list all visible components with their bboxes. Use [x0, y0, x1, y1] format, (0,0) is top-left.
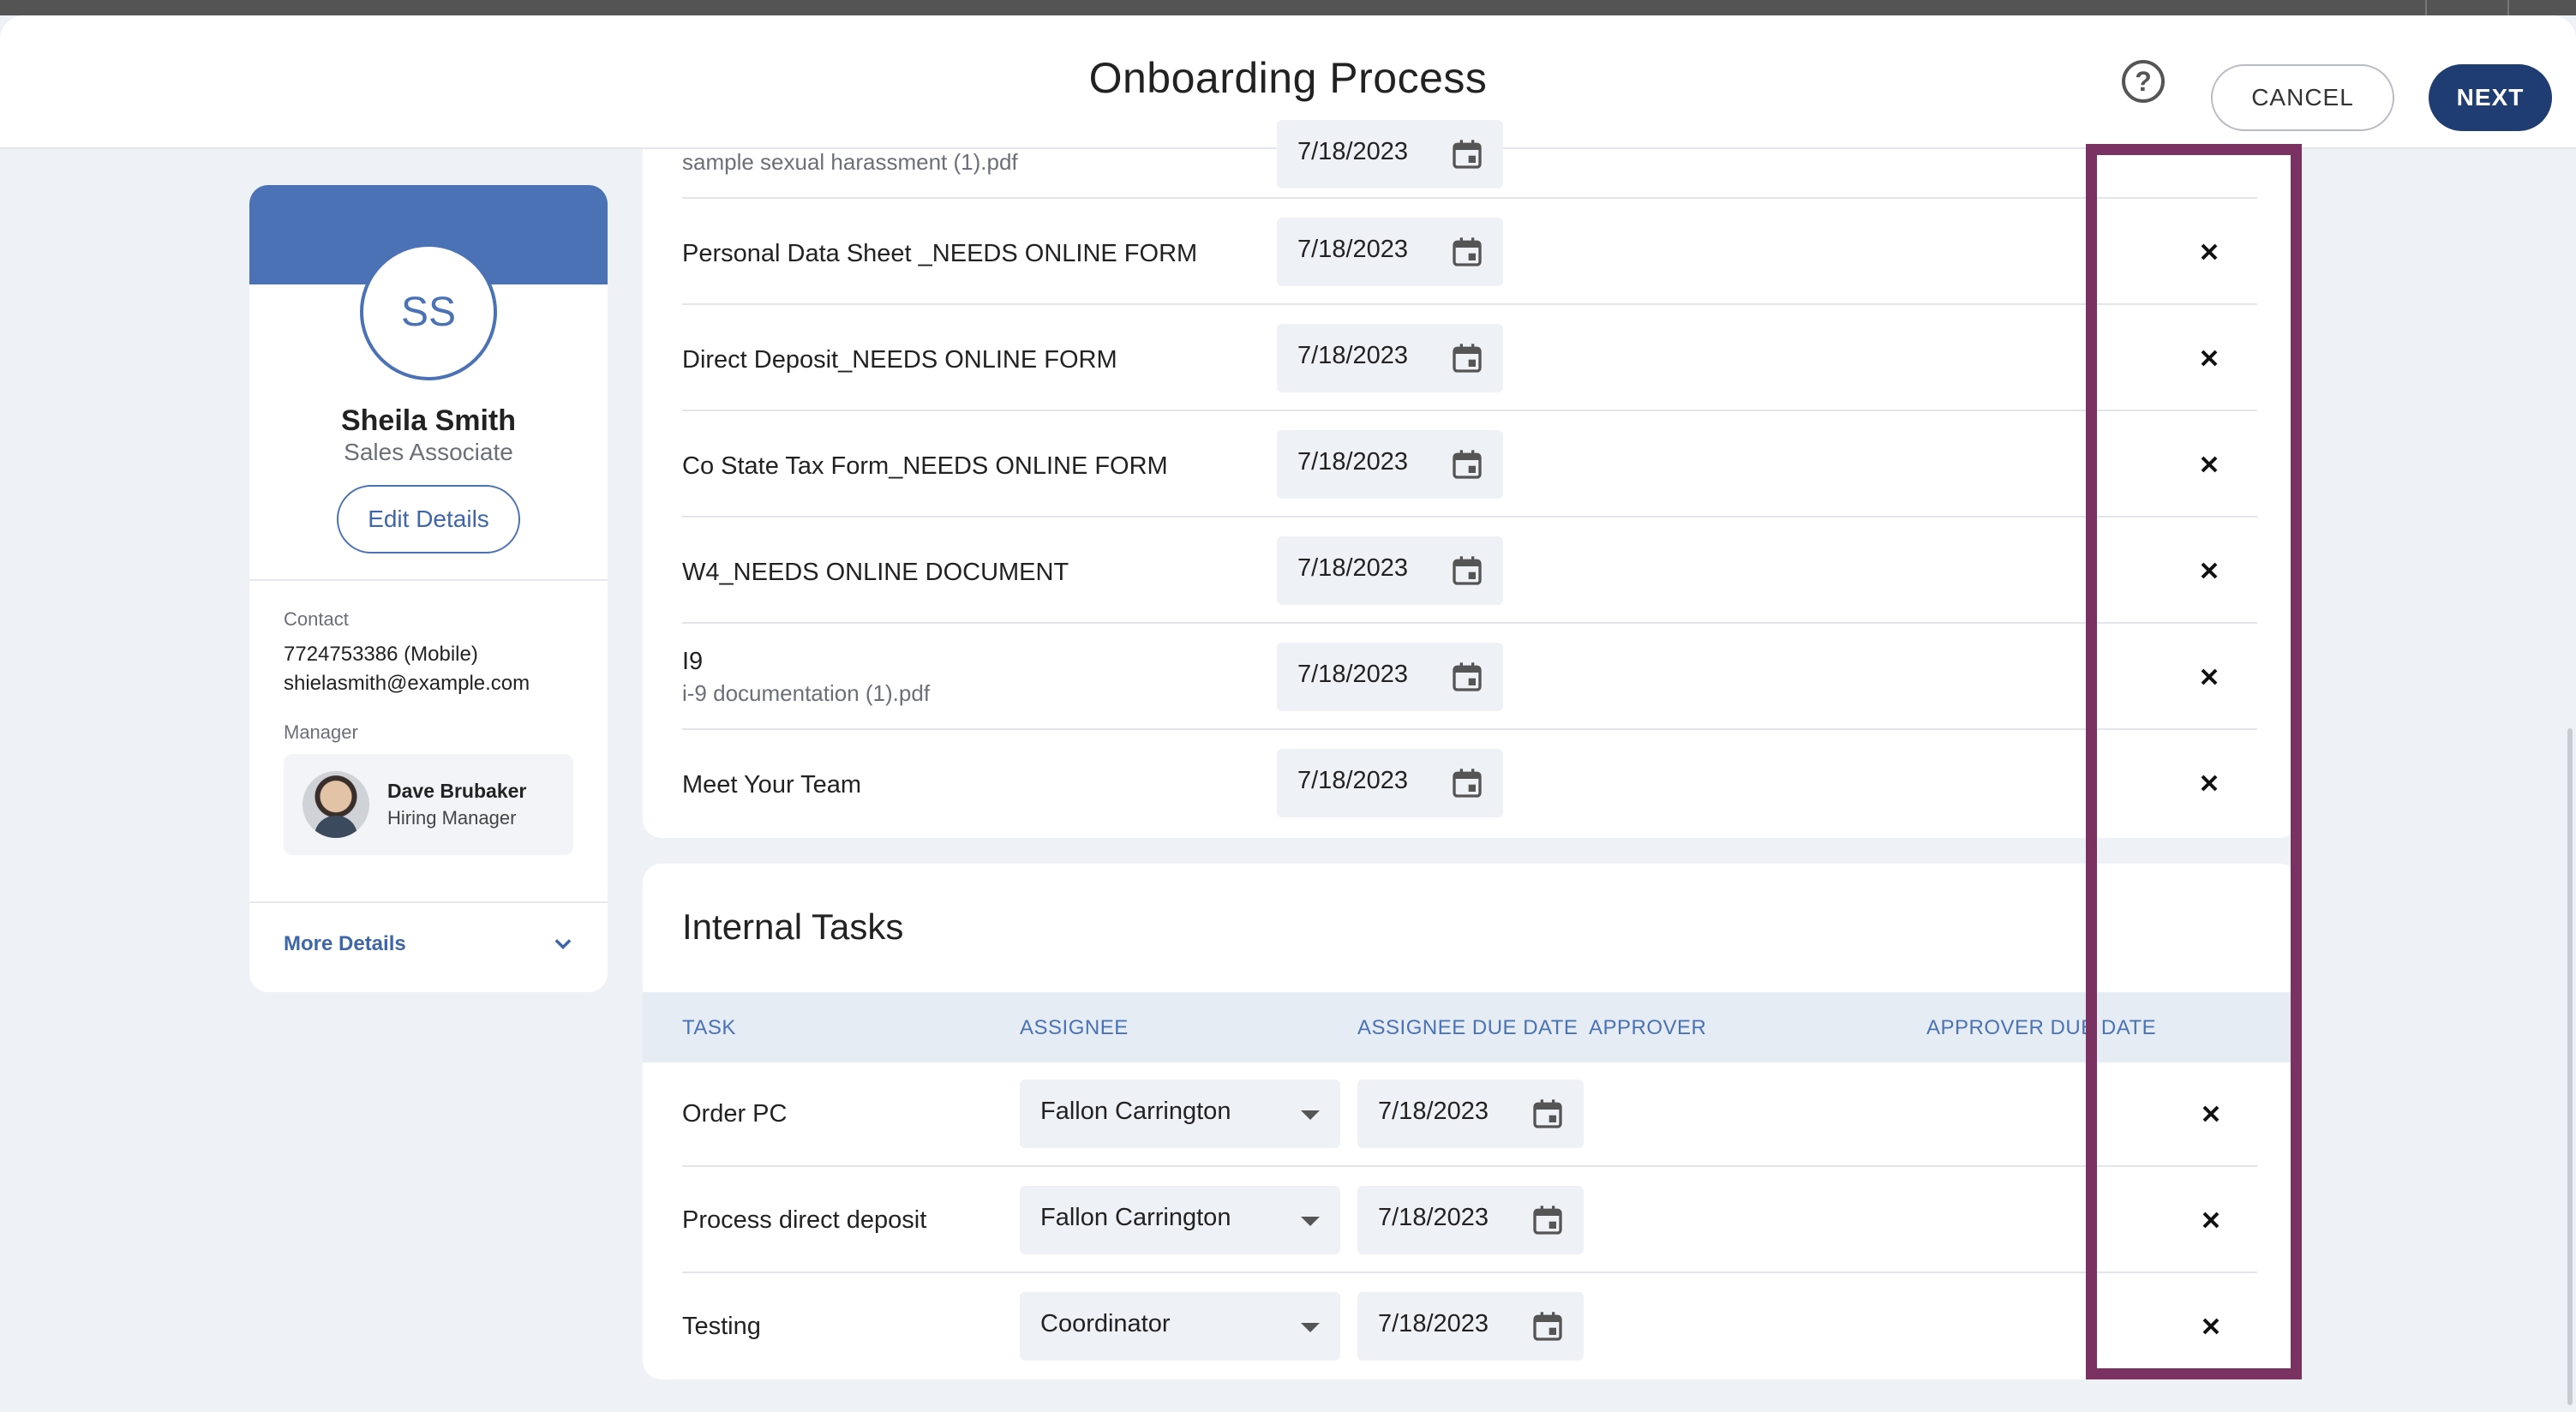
calendar-icon[interactable]	[1450, 766, 1484, 800]
document-title: Personal Data Sheet _NEEDS ONLINE FORM	[682, 240, 1198, 267]
more-details-toggle[interactable]: More Details	[284, 932, 406, 956]
calendar-icon[interactable]	[1450, 137, 1484, 171]
assignee-due-date-field[interactable]: 7/18/2023	[1357, 1292, 1584, 1361]
assignee-due-date-field[interactable]: 7/18/2023	[1357, 1080, 1584, 1148]
due-date-value: 7/18/2023	[1297, 342, 1409, 369]
row-divider	[682, 728, 2257, 730]
contact-label: Contact	[284, 608, 349, 630]
due-date-value: 7/18/2023	[1297, 661, 1409, 688]
due-date-value: 7/18/2023	[1297, 236, 1409, 263]
contact-email[interactable]: shielasmith@example.com	[284, 672, 530, 696]
due-date-field[interactable]: 7/18/2023	[1277, 749, 1503, 817]
assignee-due-date-field[interactable]: 7/18/2023	[1357, 1186, 1584, 1254]
task-name: Order PC	[682, 1100, 788, 1128]
row-divider	[682, 197, 2257, 199]
due-date-value: 7/18/2023	[1378, 1310, 1489, 1337]
documents-panel: 7/18/2023 sample sexual harassment (1).p…	[643, 120, 2298, 838]
due-date-field[interactable]: 7/18/2023	[1277, 218, 1503, 286]
strip-divider	[2507, 0, 2509, 15]
document-title: Co State Tax Form_NEEDS ONLINE FORM	[682, 452, 1168, 480]
document-filename[interactable]: sample sexual harassment (1).pdf	[682, 149, 1018, 176]
divider	[249, 579, 608, 581]
due-date-value: 7/18/2023	[1297, 554, 1409, 582]
due-date-field[interactable]: 7/18/2023	[1277, 324, 1503, 392]
manager-avatar	[303, 771, 369, 838]
section-title: Internal Tasks	[682, 906, 904, 947]
due-date-field[interactable]: 7/18/2023	[1277, 536, 1503, 605]
calendar-icon[interactable]	[1531, 1097, 1565, 1131]
manager-card: Dave Brubaker Hiring Manager	[284, 754, 573, 855]
row-divider	[682, 410, 2257, 411]
strip-divider	[2425, 0, 2427, 15]
dropdown-caret-icon[interactable]	[1301, 1110, 1320, 1120]
row-divider	[682, 1271, 2257, 1273]
document-title: Direct Deposit_NEEDS ONLINE FORM	[682, 346, 1117, 374]
calendar-icon[interactable]	[1450, 235, 1484, 269]
due-date-field[interactable]: 7/18/2023	[1277, 643, 1503, 711]
table-header: TASK ASSIGNEE ASSIGNEE DUE DATE APPROVER…	[643, 992, 2298, 1062]
task-name: Testing	[682, 1313, 761, 1340]
employee-role: Sales Associate	[344, 439, 513, 465]
calendar-icon[interactable]	[1450, 341, 1484, 375]
window-top-strip	[0, 0, 2576, 15]
manager-label: Manager	[284, 721, 358, 743]
contact-phone: 7724753386 (Mobile)	[284, 643, 478, 666]
divider	[249, 901, 608, 903]
calendar-icon[interactable]	[1450, 553, 1484, 588]
next-button[interactable]: NEXT	[2429, 64, 2552, 131]
manager-role: Hiring Manager	[387, 807, 517, 829]
scrollbar-thumb[interactable]	[2567, 728, 2573, 1405]
column-header-assignee[interactable]: ASSIGNEE	[1020, 1016, 1129, 1040]
chevron-down-icon[interactable]	[551, 932, 575, 956]
dropdown-caret-icon[interactable]	[1301, 1323, 1320, 1332]
internal-tasks-panel: Internal Tasks TASK ASSIGNEE ASSIGNEE DU…	[643, 864, 2298, 1379]
assignee-select[interactable]: Coordinator	[1020, 1292, 1340, 1361]
dropdown-caret-icon[interactable]	[1301, 1217, 1320, 1226]
row-divider	[682, 1165, 2257, 1167]
task-name: Process direct deposit	[682, 1206, 927, 1234]
help-icon[interactable]: ?	[2122, 60, 2165, 103]
row-divider	[682, 303, 2257, 305]
document-title: I9	[682, 648, 704, 675]
assignee-select[interactable]: Fallon Carrington	[1020, 1080, 1340, 1148]
column-header-task[interactable]: TASK	[682, 1016, 736, 1040]
column-header-assignee-due-date[interactable]: ASSIGNEE DUE DATE	[1357, 1016, 1578, 1040]
due-date-value: 7/18/2023	[1297, 448, 1409, 476]
column-header-approver[interactable]: APPROVER	[1589, 1016, 1706, 1040]
profile-card: SS Sheila Smith Sales Associate Edit Det…	[249, 185, 608, 992]
due-date-field[interactable]: 7/18/2023	[1277, 430, 1503, 499]
calendar-icon[interactable]	[1450, 660, 1484, 694]
employee-name: Sheila Smith	[340, 404, 517, 437]
assignee-value: Fallon Carrington	[1040, 1204, 1231, 1231]
due-date-value: 7/18/2023	[1378, 1204, 1489, 1231]
due-date-value: 7/18/2023	[1378, 1098, 1489, 1125]
cancel-button[interactable]: CANCEL	[2211, 64, 2394, 131]
document-title: Meet Your Team	[682, 771, 862, 799]
document-filename[interactable]: i-9 documentation (1).pdf	[682, 680, 930, 707]
page-title: Onboarding Process	[1088, 54, 1488, 102]
edit-details-button[interactable]: Edit Details	[337, 485, 520, 553]
row-divider	[682, 622, 2257, 624]
avatar: SS	[360, 243, 497, 380]
calendar-icon[interactable]	[1450, 447, 1484, 482]
due-date-field[interactable]: 7/18/2023	[1277, 120, 1503, 188]
document-title: W4_NEEDS ONLINE DOCUMENT	[682, 559, 1069, 586]
manager-name: Dave Brubaker	[387, 780, 527, 802]
calendar-icon[interactable]	[1531, 1203, 1565, 1237]
assignee-select[interactable]: Fallon Carrington	[1020, 1186, 1340, 1254]
due-date-value: 7/18/2023	[1297, 767, 1409, 794]
highlight-annotation	[2086, 144, 2302, 1379]
assignee-value: Fallon Carrington	[1040, 1098, 1231, 1125]
row-divider	[682, 516, 2257, 518]
calendar-icon[interactable]	[1531, 1309, 1565, 1343]
assignee-value: Coordinator	[1040, 1310, 1171, 1337]
due-date-value: 7/18/2023	[1297, 138, 1409, 165]
